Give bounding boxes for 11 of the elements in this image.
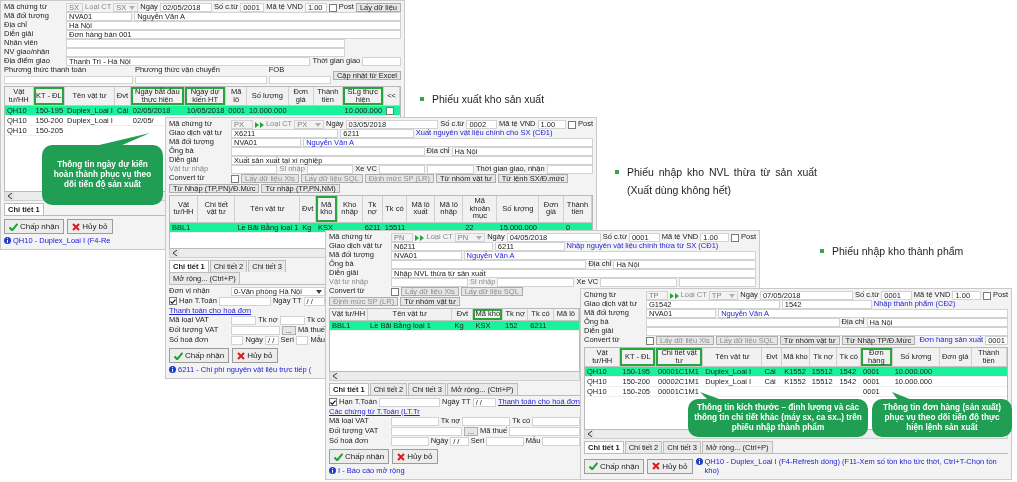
caption: Phiếu nhập kho thành phẩm (832, 244, 964, 259)
button[interactable]: Hủy bỏ (392, 449, 438, 465)
button[interactable]: Chấp nhận (169, 348, 230, 364)
button[interactable]: Hủy bỏ (232, 348, 278, 364)
button[interactable]: Hủy bỏ (67, 219, 113, 235)
button[interactable]: Chấp nhận (584, 458, 645, 474)
caption: Phiếu xuất kho sản xuất (432, 92, 545, 107)
button[interactable]: Chấp nhận (329, 449, 390, 465)
button[interactable]: Hủy bỏ (647, 458, 693, 474)
button[interactable]: Chấp nhận (4, 219, 65, 235)
caption: Phiếu nhập kho NVL thừa từ sản xuất (Xuất dùng không hết) (627, 165, 817, 199)
